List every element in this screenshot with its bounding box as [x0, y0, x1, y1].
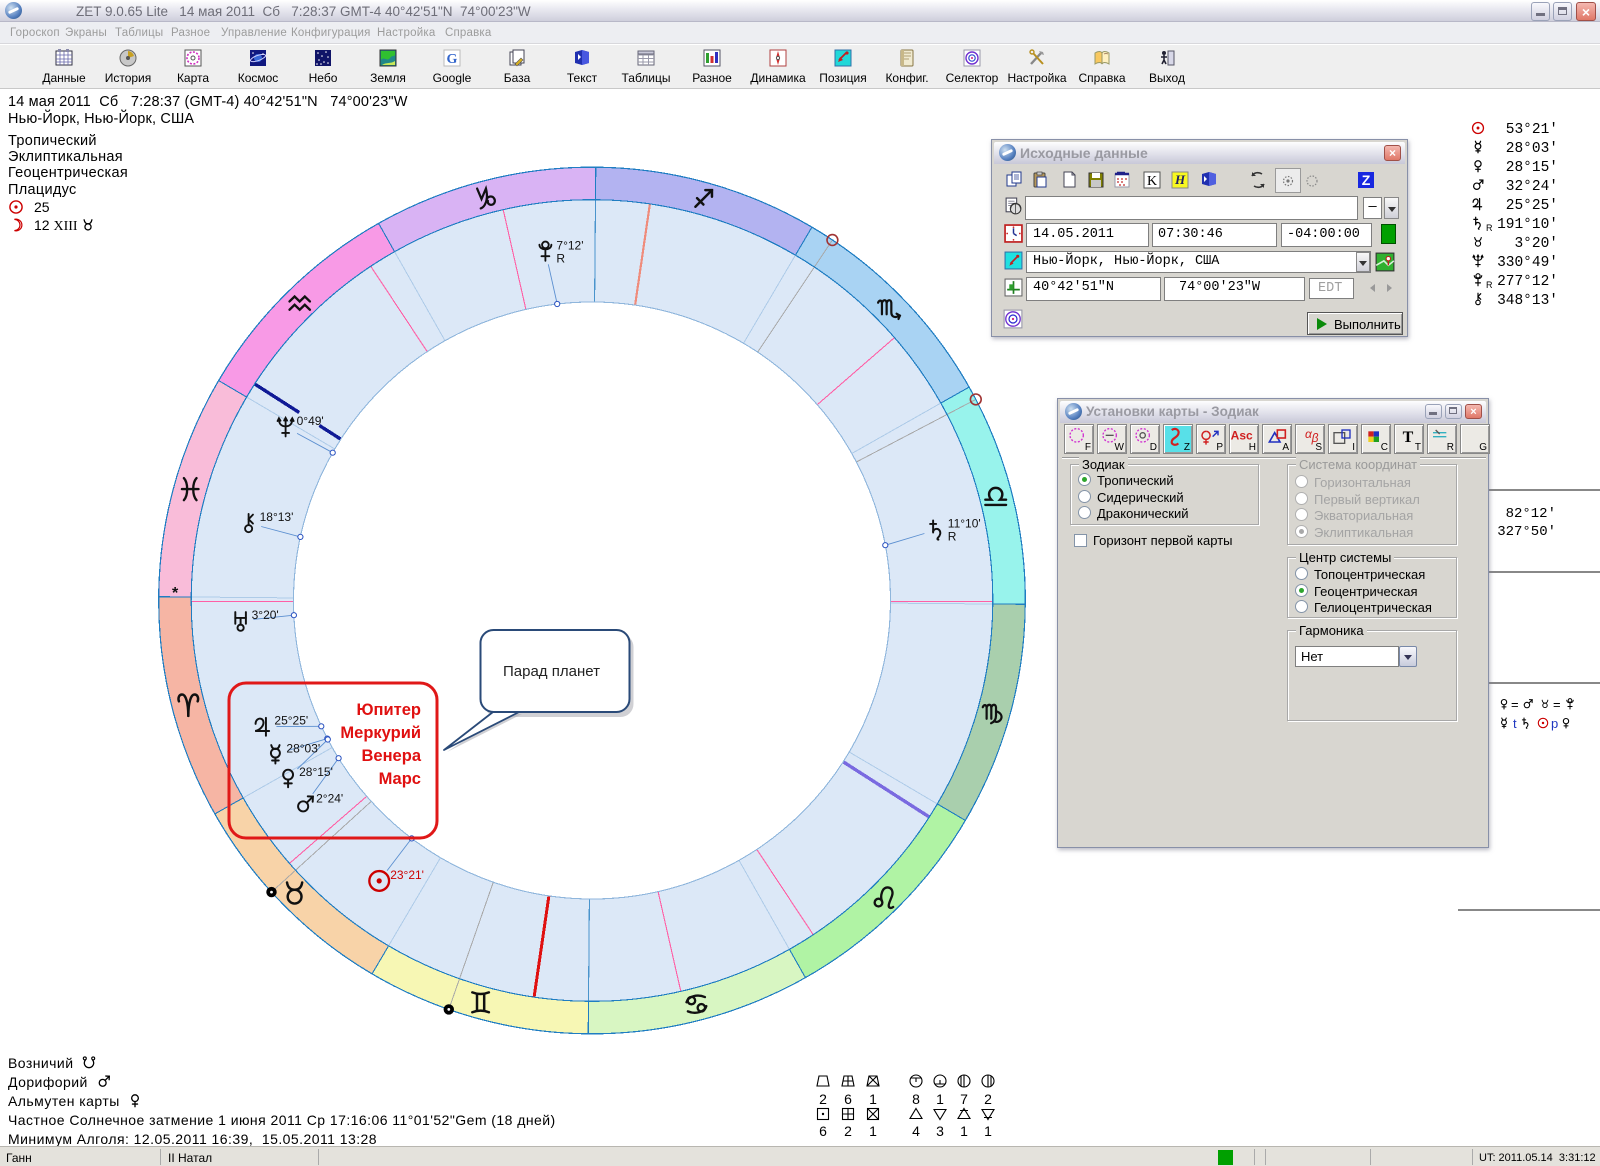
svg-text:18°13': 18°13' [260, 510, 294, 524]
svg-text:2°24': 2°24' [316, 791, 343, 805]
svg-text:25°25': 25°25' [274, 714, 308, 728]
svg-text:1: 1 [960, 1123, 968, 1139]
svg-text:0°49': 0°49' [297, 414, 324, 428]
svg-text:25: 25 [34, 199, 50, 215]
svg-text:H: H [1174, 172, 1186, 187]
svg-text:25°25': 25°25' [1506, 198, 1558, 214]
svg-text:Z: Z [1362, 172, 1371, 188]
svg-text:=: = [1553, 697, 1561, 712]
svg-text:Asc: Asc [1231, 428, 1253, 442]
svg-text:1: 1 [869, 1091, 877, 1107]
svg-text:3°20': 3°20' [1514, 236, 1558, 252]
svg-text:Меркурий: Меркурий [340, 724, 421, 742]
svg-text:p: p [1551, 716, 1558, 731]
svg-text:Юпитер: Юпитер [357, 701, 421, 719]
svg-text:R: R [556, 252, 565, 266]
svg-text:1: 1 [984, 1123, 992, 1139]
svg-text:12 XIII: 12 XIII [34, 217, 78, 234]
svg-text:R: R [1486, 280, 1493, 290]
svg-text:3°20': 3°20' [252, 608, 279, 622]
svg-text:11°10': 11°10' [948, 517, 981, 531]
svg-text:348°13': 348°13' [1497, 293, 1558, 309]
svg-text:T: T [1403, 429, 1414, 446]
svg-text:R: R [1486, 223, 1493, 233]
svg-text:32°24': 32°24' [1506, 179, 1558, 195]
svg-text:7: 7 [960, 1091, 968, 1107]
svg-text:*: * [172, 585, 179, 602]
svg-text:2: 2 [844, 1123, 852, 1139]
svg-text:82°12': 82°12' [1506, 506, 1556, 522]
svg-text:1: 1 [869, 1123, 877, 1139]
svg-text:28°15': 28°15' [1506, 160, 1558, 176]
svg-text:2: 2 [984, 1091, 992, 1107]
svg-text:4: 4 [912, 1123, 920, 1139]
svg-text:Венера: Венера [362, 747, 422, 765]
svg-text:=: = [1511, 697, 1519, 712]
svg-text:Парад планет: Парад планет [503, 663, 600, 680]
svg-text:2: 2 [819, 1091, 827, 1107]
svg-text:23°21': 23°21' [390, 868, 424, 882]
svg-text:6: 6 [844, 1091, 852, 1107]
svg-text:6: 6 [819, 1123, 827, 1139]
svg-text:t: t [1513, 716, 1517, 731]
svg-text:330°49': 330°49' [1497, 255, 1558, 271]
svg-text:327°50': 327°50' [1497, 524, 1556, 540]
svg-text:Марс: Марс [379, 770, 421, 788]
svg-text:3: 3 [936, 1123, 944, 1139]
svg-text:K: K [1147, 174, 1157, 189]
svg-text:28°15': 28°15' [299, 765, 333, 779]
svg-text:28°03': 28°03' [1506, 141, 1558, 157]
svg-text:8: 8 [912, 1091, 920, 1107]
svg-text:1: 1 [936, 1091, 944, 1107]
svg-text:R: R [948, 530, 957, 544]
svg-text:7°12': 7°12' [556, 239, 583, 253]
svg-text:191°10': 191°10' [1497, 217, 1558, 233]
svg-text:28°03': 28°03' [286, 741, 320, 755]
svg-text:277°12': 277°12' [1497, 274, 1558, 290]
svg-text:53°21': 53°21' [1506, 122, 1558, 138]
